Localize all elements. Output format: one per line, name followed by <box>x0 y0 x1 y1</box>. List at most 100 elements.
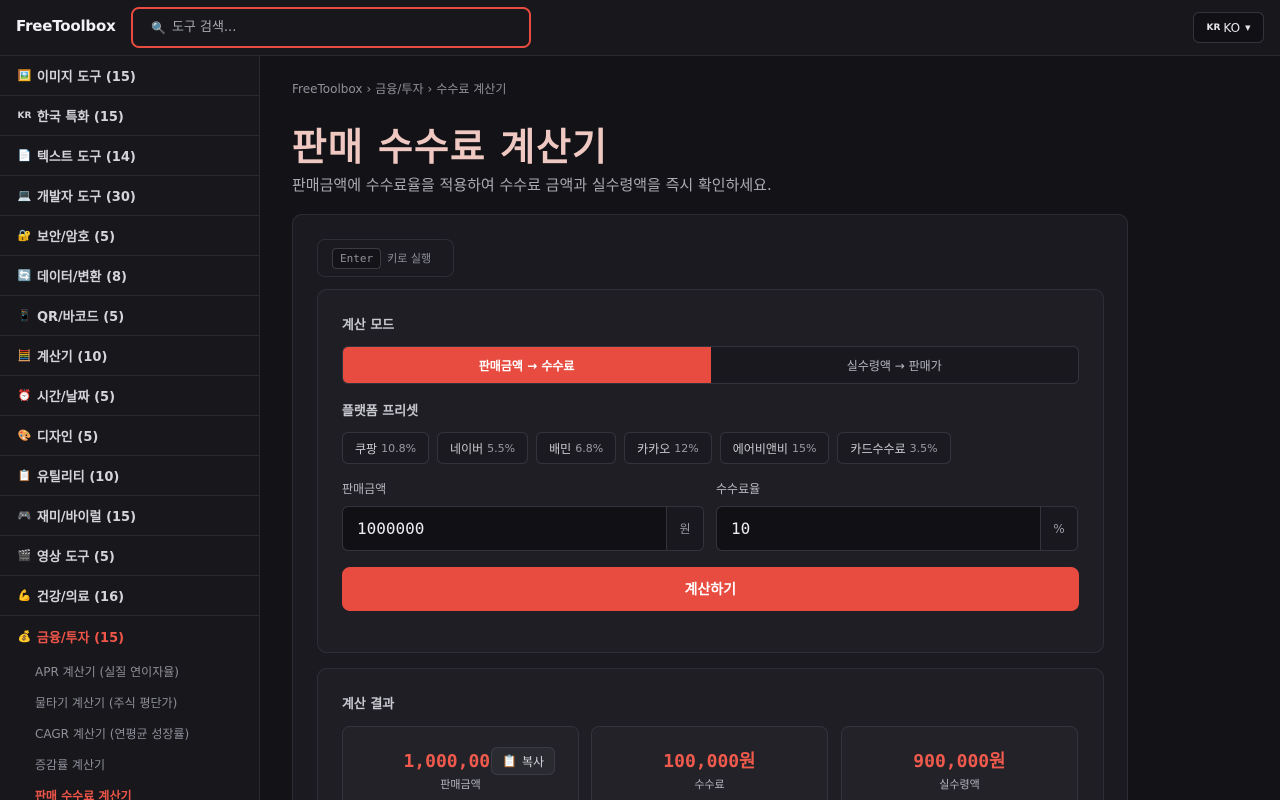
enter-hint: Enter 키로 실행 <box>317 239 454 277</box>
preset-list: 쿠팡 10.8% 네이버 5.5% 배민 6.8% 카카오 12% 에어비앤비 15% 카… <box>342 432 951 464</box>
sidebar-item-fun-viral[interactable]: 🎮 재미/바이럴 (15) <box>0 496 259 536</box>
calculate-button[interactable]: 계산하기 <box>342 567 1079 611</box>
preset-rate: 15% <box>791 441 817 455</box>
sidebar-item-label: QR/바코드 (5) <box>37 310 125 325</box>
document-icon: 📄 <box>17 149 32 162</box>
breadcrumb: FreeToolbox › 금융/투자 › 수수료 계산기 <box>292 80 506 97</box>
main-content: FreeToolbox › 금융/투자 › 수수료 계산기 판매 수수료 계산기 판매금… <box>260 56 1280 800</box>
preset-name: 쿠팡 <box>355 441 378 456</box>
copy-button[interactable]: 📋 복사 <box>491 747 556 775</box>
preset-name: 카드수수료 <box>850 441 906 456</box>
sidebar-item-label: 재미/바이럴 (15) <box>37 510 137 525</box>
rate-label: 수수료율 <box>716 482 761 496</box>
sidebar-item-finance[interactable]: 💰 금융/투자 (15) <box>0 616 259 656</box>
sidebar-subitem-commission[interactable]: 판매 수수료 계산기 <box>0 780 259 800</box>
result-caption: 판매금액 <box>440 778 481 791</box>
search-input[interactable] <box>171 20 512 35</box>
sidebar-item-label: 금융/투자 (15) <box>37 630 125 646</box>
sidebar-item-time-date[interactable]: ⏰ 시간/날짜 (5) <box>0 376 259 416</box>
sidebar-item-qr-barcode[interactable]: 📱 QR/바코드 (5) <box>0 296 259 336</box>
preset-kakao[interactable]: 카카오 12% <box>624 432 712 464</box>
mode-option-net-to-price[interactable]: 실수령액 → 판매가 <box>710 347 1078 383</box>
page-title: 판매 수수료 계산기 <box>292 125 609 169</box>
result-caption: 수수료 <box>694 778 725 791</box>
breadcrumb-current: 수수료 계산기 <box>436 82 507 96</box>
language-label: KO <box>1223 20 1241 35</box>
mode-option-sale-to-fee[interactable]: 판매금액 → 수수료 <box>343 347 711 383</box>
preset-rate: 5.5% <box>487 441 516 455</box>
breadcrumb-category[interactable]: 금융/투자 <box>375 82 423 96</box>
phone-icon: 📱 <box>17 309 32 322</box>
result-label: 계산 결과 <box>342 697 395 712</box>
abacus-icon: 🧮 <box>17 349 32 362</box>
clapperboard-icon: 🎬 <box>17 549 32 562</box>
sidebar-item-label: 보안/암호 (5) <box>37 230 116 245</box>
result-sale-amount: 1,000,000원 판매금액 📋 복사 <box>342 726 579 800</box>
sidebar-item-security[interactable]: 🔐 보안/암호 (5) <box>0 216 259 256</box>
result-value: 900,000원 <box>913 751 1006 772</box>
preset-rate: 3.5% <box>909 441 938 455</box>
breadcrumb-home[interactable]: FreeToolbox <box>292 82 362 96</box>
sidebar-item-label: 한국 특화 (15) <box>37 110 124 125</box>
result-caption: 실수령액 <box>939 778 980 791</box>
result-fee: 100,000원 수수료 <box>591 726 828 800</box>
copy-label: 복사 <box>521 754 545 769</box>
preset-baemin[interactable]: 배민 6.8% <box>536 432 617 464</box>
sidebar-subitem-averaging[interactable]: 물타기 계산기 (주식 평단가) <box>0 687 259 718</box>
sidebar-item-calculator[interactable]: 🧮 계산기 (10) <box>0 336 259 376</box>
chevron-down-icon: ▼ <box>1245 23 1251 32</box>
sidebar-item-health[interactable]: 💪 건강/의료 (16) <box>0 576 259 616</box>
sidebar-item-label: 이미지 도구 (15) <box>37 70 136 85</box>
sidebar-item-label: 건강/의료 (16) <box>37 590 125 605</box>
sidebar-item-label: 시간/날짜 (5) <box>37 390 116 405</box>
sidebar-item-video-tools[interactable]: 🎬 영상 도구 (5) <box>0 536 259 576</box>
mode-toggle: 판매금액 → 수수료 실수령액 → 판매가 <box>342 346 1079 384</box>
preset-name: 배민 <box>549 441 572 456</box>
preset-coupang[interactable]: 쿠팡 10.8% <box>342 432 430 464</box>
breadcrumb-separator: › <box>427 82 433 96</box>
money-bag-icon: 💰 <box>17 629 32 643</box>
preset-card-fee[interactable]: 카드수수료 3.5% <box>837 432 951 464</box>
sidebar-item-dev-tools[interactable]: 💻 개발자 도구 (30) <box>0 176 259 216</box>
search-box[interactable]: 🔍 <box>131 7 531 48</box>
page-description: 판매금액에 수수료율을 적용하여 수수료 금액과 실수령액을 즉시 확인하세요. <box>292 176 772 194</box>
sidebar-item-data-convert[interactable]: 🔄 데이터/변환 (8) <box>0 256 259 296</box>
sidebar-subitem-apr[interactable]: APR 계산기 (실질 연이자율) <box>0 656 259 687</box>
sidebar-item-design[interactable]: 🎨 디자인 (5) <box>0 416 259 456</box>
rate-input[interactable] <box>717 507 1040 550</box>
kr-flag-icon: KR <box>1206 22 1221 33</box>
result-panel: 계산 결과 1,000,000원 판매금액 📋 복사 100,000원 수수료 9… <box>317 668 1104 800</box>
sidebar-item-label: 개발자 도구 (30) <box>37 190 136 205</box>
breadcrumb-separator: › <box>366 82 372 96</box>
calculator-panel: 계산 모드 판매금액 → 수수료 실수령액 → 판매가 플랫폼 프리셋 쿠팡 10… <box>317 289 1104 653</box>
preset-rate: 6.8% <box>575 441 604 455</box>
lock-icon: 🔐 <box>17 229 32 242</box>
preset-name: 네이버 <box>450 441 484 456</box>
amount-label: 판매금액 <box>342 482 387 496</box>
sidebar-subitem-change-rate[interactable]: 증감률 계산기 <box>0 749 259 780</box>
palette-icon: 🎨 <box>17 429 32 442</box>
flexed-arm-icon: 💪 <box>17 589 32 602</box>
sidebar-item-label: 텍스트 도구 (14) <box>37 150 136 165</box>
sidebar-subitem-cagr[interactable]: CAGR 계산기 (연평균 성장률) <box>0 718 259 749</box>
image-icon: 🖼️ <box>17 69 32 82</box>
amount-input[interactable] <box>343 507 666 550</box>
sidebar-item-label: 유틸리티 (10) <box>37 470 120 485</box>
language-selector[interactable]: KR KO ▼ <box>1193 12 1264 43</box>
sidebar-item-korea[interactable]: KR 한국 특화 (15) <box>0 96 259 136</box>
sidebar-item-text-tools[interactable]: 📄 텍스트 도구 (14) <box>0 136 259 176</box>
preset-rate: 10.8% <box>381 441 417 455</box>
sidebar-item-label: 데이터/변환 (8) <box>37 270 128 285</box>
search-icon: 🔍 <box>151 20 166 35</box>
sidebar-item-image-tools[interactable]: 🖼️ 이미지 도구 (15) <box>0 56 259 96</box>
sidebar-item-label: 계산기 (10) <box>37 350 108 365</box>
clipboard-icon: 📋 <box>502 754 517 768</box>
preset-airbnb[interactable]: 에어비앤비 15% <box>719 432 830 464</box>
tool-card: Enter 키로 실행 계산 모드 판매금액 → 수수료 실수령액 → 판매가 … <box>292 214 1128 800</box>
preset-naver[interactable]: 네이버 5.5% <box>437 432 529 464</box>
rate-field: % <box>716 506 1078 551</box>
enter-key: Enter <box>332 247 382 269</box>
site-logo[interactable]: FreeToolbox <box>16 17 116 35</box>
sidebar-item-utility[interactable]: 📋 유틸리티 (10) <box>0 456 259 496</box>
result-value: 100,000원 <box>663 751 756 772</box>
